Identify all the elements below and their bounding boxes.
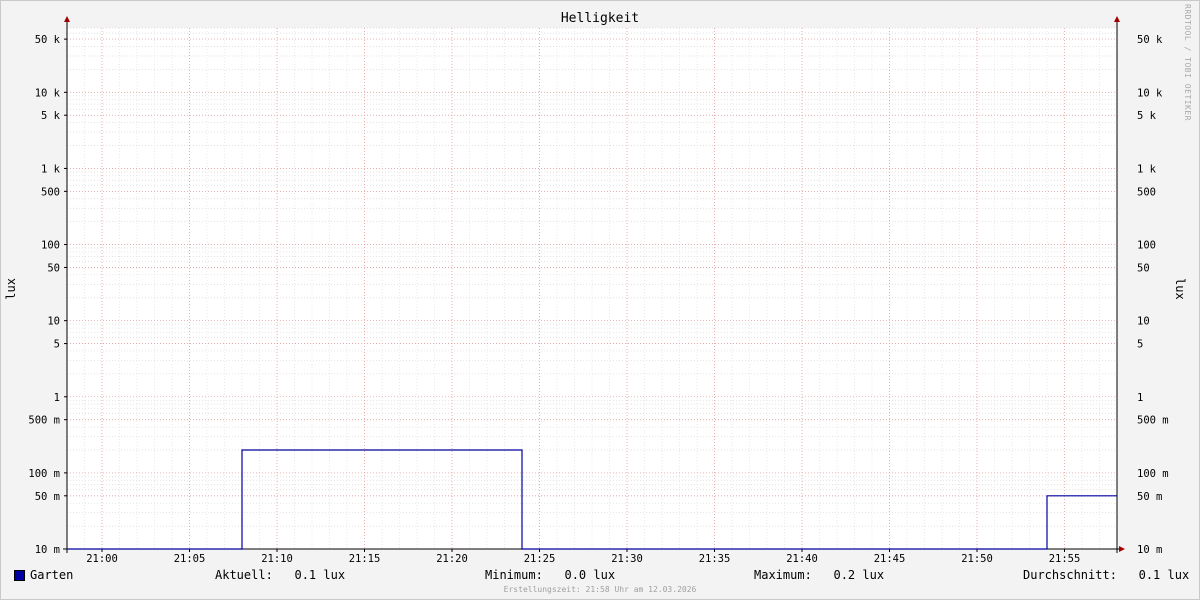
y-axis-left-arrow xyxy=(64,16,70,22)
y-tick-label-left: 50 k xyxy=(35,34,61,46)
y-tick-label-left: 500 m xyxy=(28,415,60,427)
x-tick-label: 21:10 xyxy=(261,553,293,565)
y-tick-label-right: 50 m xyxy=(1137,491,1162,503)
y-tick-label-right: 1 xyxy=(1137,392,1143,404)
x-tick-label: 21:15 xyxy=(349,553,381,565)
y-tick-label-left: 100 xyxy=(41,240,60,252)
y-tick-label-right: 500 xyxy=(1137,186,1156,198)
legend-swatch-garten xyxy=(14,570,25,581)
y-tick-label-right: 5 xyxy=(1137,339,1143,351)
legend-average: Durchschnitt: 0.1 lux xyxy=(1023,568,1190,582)
x-tick-label: 21:55 xyxy=(1049,553,1081,565)
y-tick-label-left: 1 k xyxy=(41,163,61,175)
y-axis-right-arrow xyxy=(1114,16,1120,22)
y-tick-label-right: 10 k xyxy=(1137,87,1163,99)
legend-current: Aktuell: 0.1 lux xyxy=(215,568,346,582)
y-tick-label-left: 50 xyxy=(47,262,60,274)
y-tick-label-left: 500 xyxy=(41,186,60,198)
x-tick-label: 21:40 xyxy=(786,553,818,565)
y-tick-label-right: 50 xyxy=(1137,262,1150,274)
legend-maximum: Maximum: 0.2 lux xyxy=(754,568,885,582)
y-tick-label-right: 50 k xyxy=(1137,34,1163,46)
y-tick-label-right: 100 xyxy=(1137,240,1156,252)
y-tick-label-left: 10 m xyxy=(35,544,60,556)
y-tick-label-right: 10 xyxy=(1137,316,1150,328)
x-tick-label: 21:20 xyxy=(436,553,468,565)
y-tick-label-left: 5 xyxy=(54,339,60,351)
legend-minimum: Minimum: 0.0 lux xyxy=(485,568,616,582)
y-tick-label-left: 1 xyxy=(54,392,60,404)
y-tick-label-right: 500 m xyxy=(1137,415,1169,427)
y-tick-label-right: 100 m xyxy=(1137,468,1169,480)
x-tick-label: 21:35 xyxy=(699,553,731,565)
x-tick-label: 21:50 xyxy=(961,553,993,565)
y-tick-label-right: 1 k xyxy=(1137,163,1157,175)
y-tick-label-right: 5 k xyxy=(1137,110,1157,122)
y-tick-label-left: 50 m xyxy=(35,491,60,503)
footer-timestamp: Erstellungszeit: 21:58 Uhr am 12.03.2026 xyxy=(503,585,697,594)
y-tick-label-left: 100 m xyxy=(28,468,60,480)
x-tick-label: 21:45 xyxy=(874,553,906,565)
y-tick-label-right: 10 m xyxy=(1137,544,1162,556)
y-tick-label-left: 10 k xyxy=(35,87,61,99)
y-tick-label-left: 5 k xyxy=(41,110,61,122)
x-tick-label: 21:30 xyxy=(611,553,643,565)
x-tick-label: 21:05 xyxy=(174,553,206,565)
y-tick-label-left: 10 xyxy=(47,316,60,328)
legend-series-name: Garten xyxy=(30,568,74,582)
chart-plot: 50 k 50 k 10 k 10 k 5 k 5 k 1 k 1 k 500 500 100 100… xyxy=(28,16,1169,565)
x-tick-label: 21:25 xyxy=(524,553,556,565)
x-tick-label: 21:00 xyxy=(86,553,118,565)
x-axis-arrow xyxy=(1119,546,1125,552)
